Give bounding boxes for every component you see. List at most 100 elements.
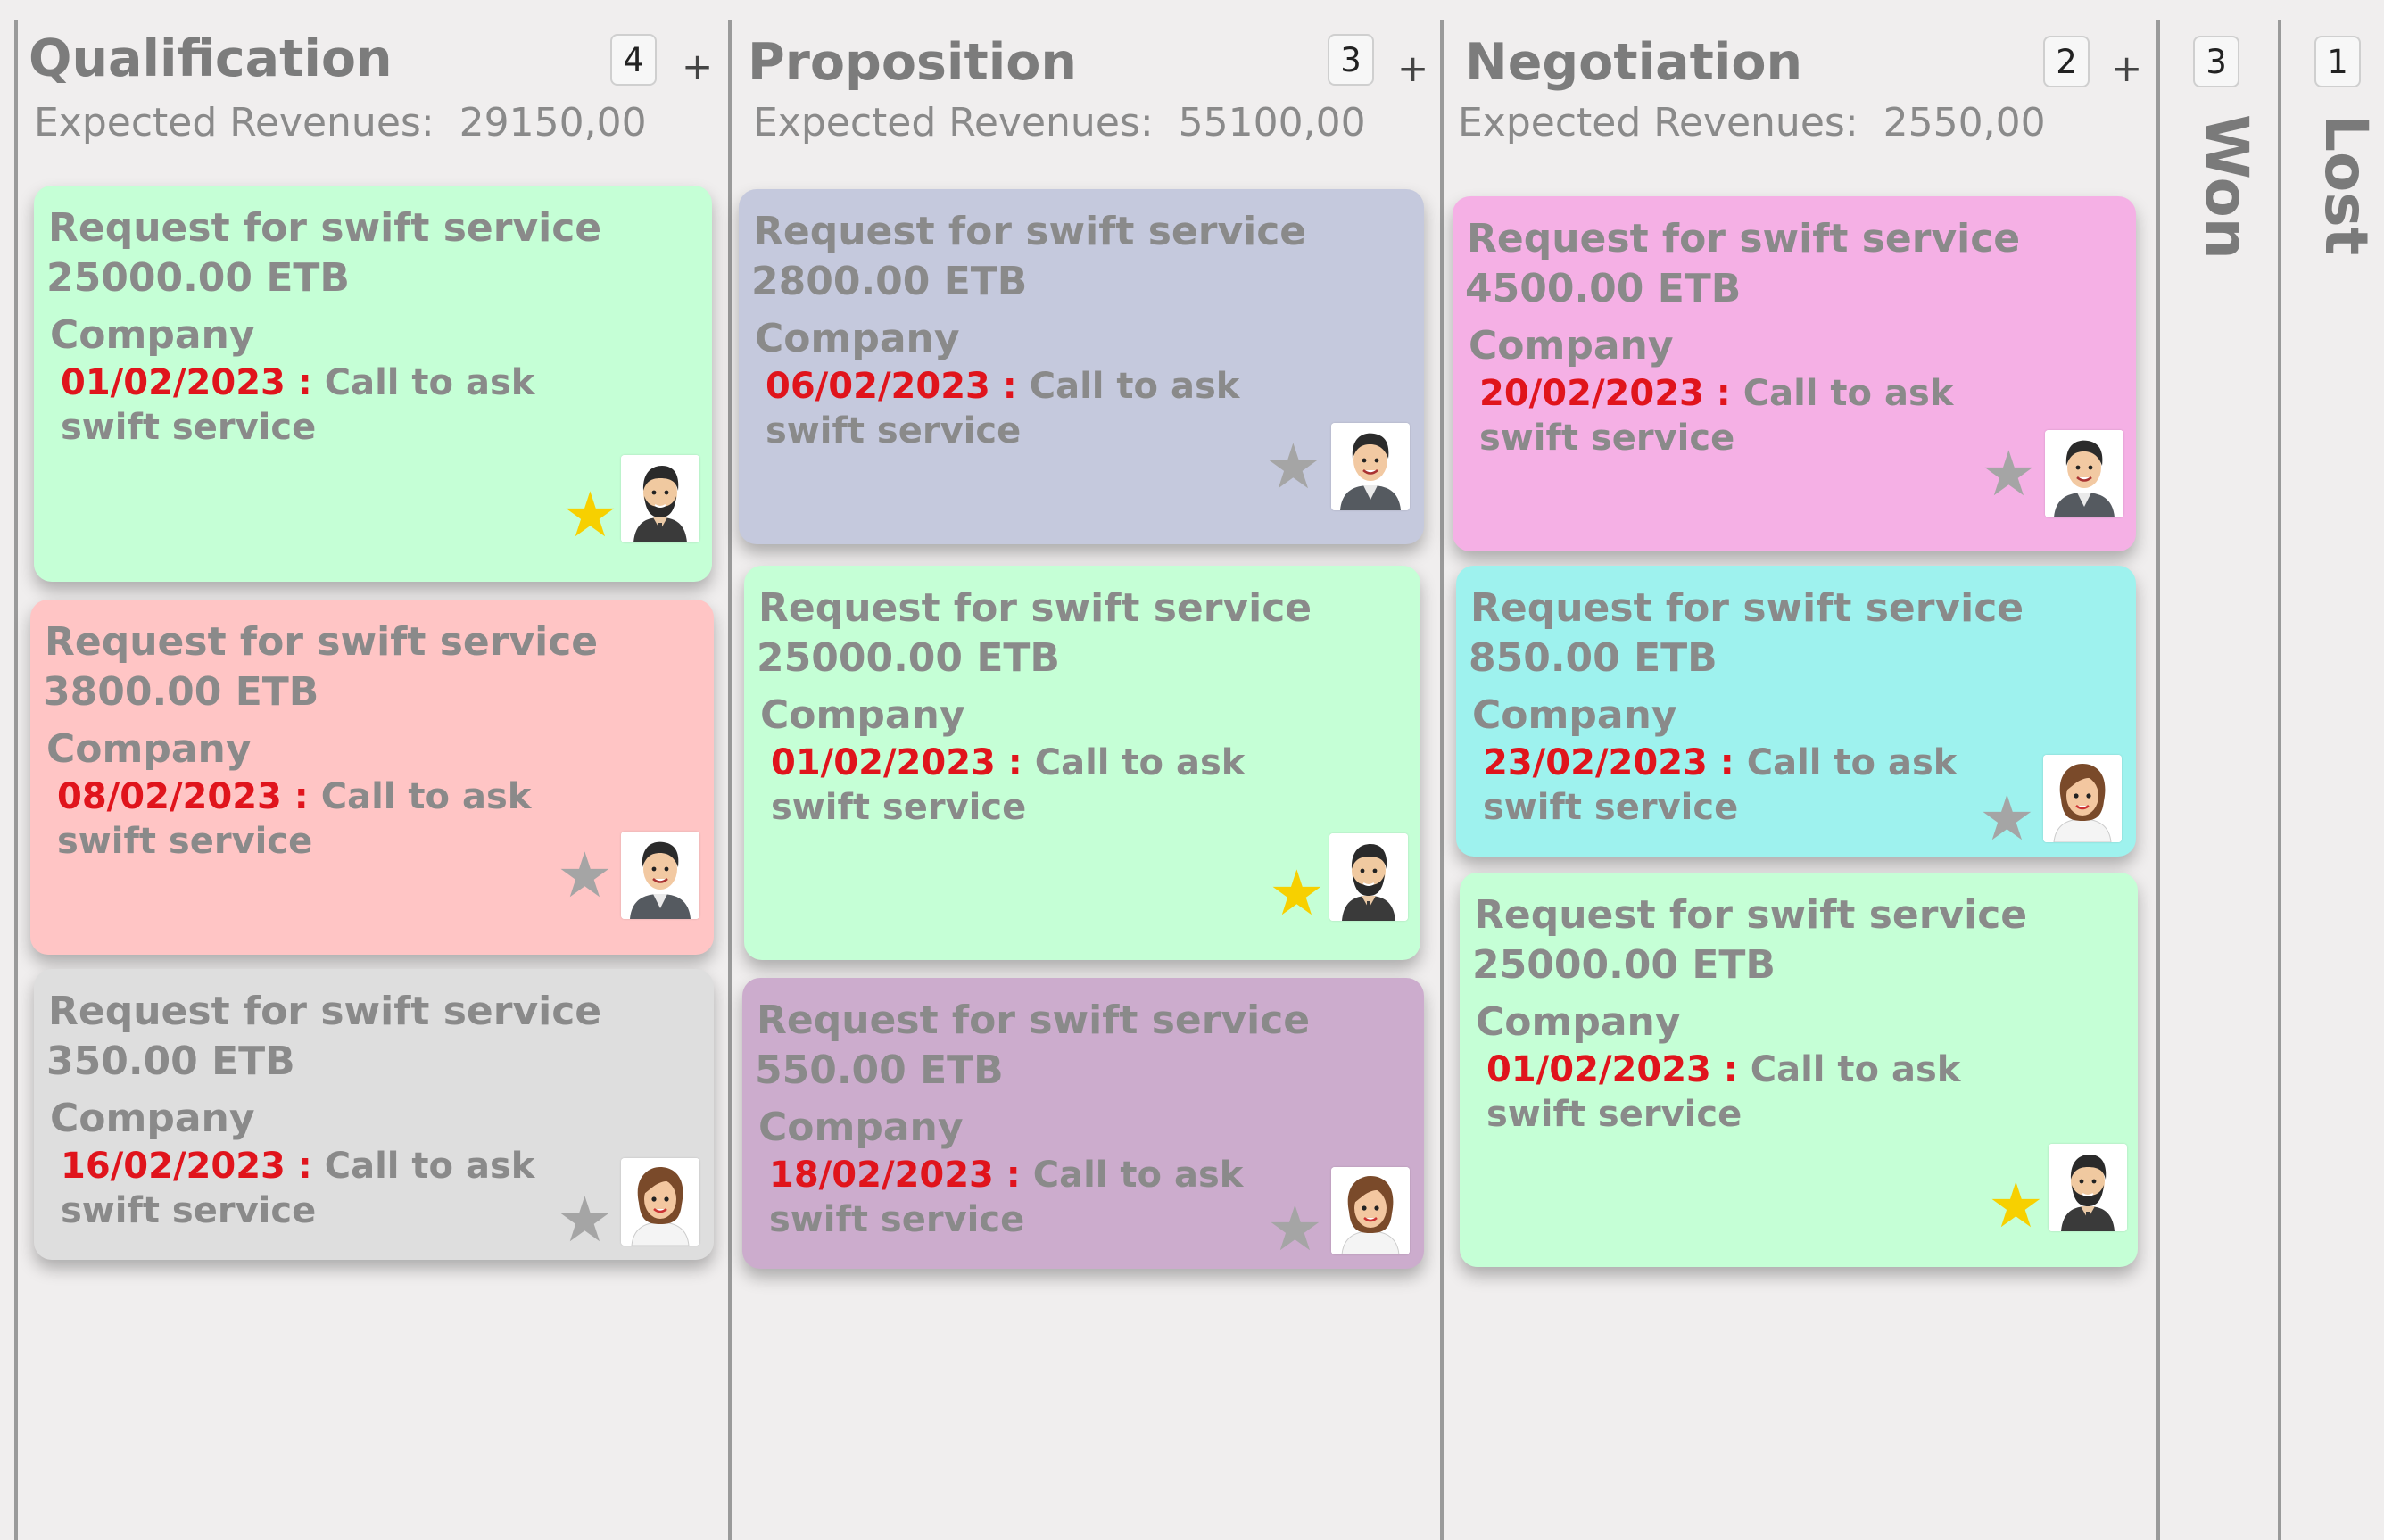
card-company: Company [758,1105,964,1150]
column-divider [2156,20,2160,1540]
card-title: Request for swift service [758,585,1312,631]
card-amount: 25000.00 ETB [1472,942,1776,988]
card-title: Request for swift service [1467,216,2021,261]
expected-revenues-value: 55100,00 [1178,100,1366,145]
activity-date: 01/02/2023 : [61,362,325,403]
card-company: Company [760,692,965,738]
activity-date: 18/02/2023 : [769,1155,1033,1196]
activity-date: 16/02/2023 : [61,1146,325,1187]
column-title[interactable]: Qualification [29,34,393,85]
avatar[interactable] [1331,423,1410,510]
expected-revenues: Expected Revenues: 55100,00 [753,103,1366,143]
star-icon[interactable]: ★ [1979,787,2035,849]
card-company: Company [1476,999,1681,1045]
avatar[interactable] [2043,755,2122,842]
expected-revenues-value: 2550,00 [1883,100,2046,145]
avatar[interactable] [621,455,699,542]
card-company: Company [46,726,252,772]
column-divider [14,20,18,1540]
column-title[interactable]: Negotiation [1465,37,1802,88]
record-count-badge: 4 [610,34,657,86]
opportunity-card[interactable]: Request for swift service 3800.00 ETB Co… [30,600,714,955]
star-icon[interactable]: ★ [1988,1174,2044,1237]
expected-revenues: Expected Revenues: 2550,00 [1458,103,2046,143]
star-icon[interactable]: ★ [557,1188,613,1251]
activity-date: 06/02/2023 : [766,366,1030,407]
card-company: Company [1469,323,1674,368]
card-amount: 350.00 ETB [46,1039,295,1084]
record-count-badge: 3 [2193,36,2239,87]
card-amount: 2800.00 ETB [751,259,1028,304]
kanban-board: Qualification Expected Revenues: 29150,0… [0,0,2384,1540]
card-activity: 16/02/2023 : Call to ask swift service [61,1144,614,1233]
opportunity-card[interactable]: Request for swift service 25000.00 ETB C… [34,186,712,582]
opportunity-card[interactable]: Request for swift service 25000.00 ETB C… [1460,873,2138,1267]
opportunity-card[interactable]: Request for swift service 850.00 ETB Com… [1456,566,2136,857]
card-title: Request for swift service [757,998,1311,1043]
card-activity: 08/02/2023 : Call to ask swift service [57,774,610,864]
card-title: Request for swift service [753,209,1307,254]
star-icon[interactable]: ★ [1265,435,1321,498]
card-amount: 3800.00 ETB [43,669,319,715]
opportunity-card[interactable]: Request for swift service 25000.00 ETB C… [744,566,1420,960]
card-company: Company [50,1096,255,1141]
card-amount: 850.00 ETB [1469,635,1718,681]
card-company: Company [50,312,255,358]
card-amount: 25000.00 ETB [46,255,350,301]
opportunity-card[interactable]: Request for swift service 4500.00 ETB Co… [1453,196,2136,551]
card-activity: 01/02/2023 : Call to ask swift service [61,360,614,450]
card-company: Company [755,316,960,361]
card-activity: 01/02/2023 : Call to ask swift service [771,741,1324,830]
avatar[interactable] [621,1158,699,1246]
opportunity-card[interactable]: Request for swift service 2800.00 ETB Co… [739,189,1424,544]
column-title[interactable]: Lost [2312,114,2380,255]
card-title: Request for swift service [1474,892,2028,938]
record-count-badge: 2 [2043,36,2090,87]
avatar[interactable] [2045,430,2123,517]
activity-date: 01/02/2023 : [1486,1049,1751,1090]
avatar[interactable] [1329,833,1408,921]
star-icon[interactable]: ★ [1981,443,2037,505]
expected-revenues-label: Expected Revenues: [34,100,435,145]
expected-revenues-value: 29150,00 [459,100,647,145]
star-icon[interactable]: ★ [557,844,613,907]
card-amount: 25000.00 ETB [757,635,1060,681]
card-activity: 01/02/2023 : Call to ask swift service [1486,1047,2040,1137]
card-amount: 550.00 ETB [755,1047,1004,1093]
expected-revenues: Expected Revenues: 29150,00 [34,103,647,143]
add-record-button[interactable]: + [1397,50,1428,87]
activity-date: 08/02/2023 : [57,776,321,817]
activity-date: 23/02/2023 : [1483,742,1747,783]
card-title: Request for swift service [1470,585,2024,631]
column-divider [728,20,732,1540]
avatar[interactable] [1331,1167,1410,1254]
expected-revenues-label: Expected Revenues: [1458,100,1858,145]
activity-date: 01/02/2023 : [771,742,1035,783]
star-icon[interactable]: ★ [1269,862,1325,924]
card-title: Request for swift service [45,619,599,665]
avatar[interactable] [2049,1144,2127,1231]
card-activity: 23/02/2023 : Call to ask swift service [1483,741,2036,830]
card-title: Request for swift service [48,989,602,1034]
column-title[interactable]: Won [2192,114,2261,260]
add-record-button[interactable]: + [682,48,713,86]
column-divider [1440,20,1444,1540]
card-activity: 06/02/2023 : Call to ask swift service [766,364,1319,453]
card-activity: 20/02/2023 : Call to ask swift service [1479,371,2032,460]
opportunity-card[interactable]: Request for swift service 550.00 ETB Com… [742,978,1424,1269]
opportunity-card[interactable]: Request for swift service 350.00 ETB Com… [34,969,714,1260]
add-record-button[interactable]: + [2111,50,2142,87]
column-title[interactable]: Proposition [748,37,1077,88]
column-divider [2278,20,2281,1540]
star-icon[interactable]: ★ [1267,1197,1323,1260]
card-title: Request for swift service [48,205,602,251]
expected-revenues-label: Expected Revenues: [753,100,1154,145]
star-icon[interactable]: ★ [562,484,618,546]
card-activity: 18/02/2023 : Call to ask swift service [769,1153,1322,1242]
record-count-badge: 1 [2314,36,2361,87]
card-amount: 4500.00 ETB [1465,266,1742,311]
activity-date: 20/02/2023 : [1479,373,1743,414]
avatar[interactable] [621,832,699,919]
card-company: Company [1472,692,1677,738]
record-count-badge: 3 [1328,34,1374,86]
